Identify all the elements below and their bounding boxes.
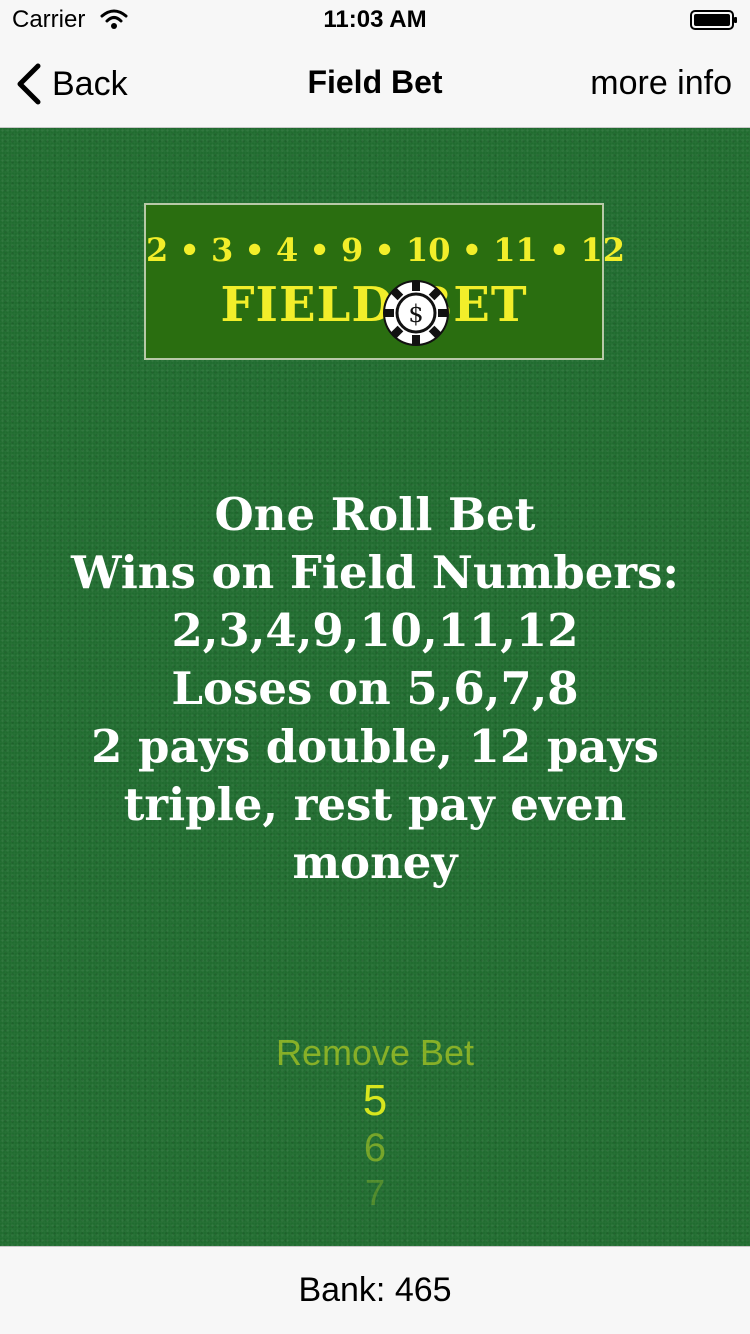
picker-option-remove-bet[interactable]: Remove Bet: [0, 1032, 750, 1074]
description-line: 2 pays double, 12 pays: [91, 720, 659, 773]
more-info-button[interactable]: more info: [590, 64, 732, 103]
description-line: Wins on Field Numbers:: [70, 546, 680, 599]
navigation-bar: Back Field Bet more info: [0, 40, 750, 128]
logo-field-numbers: 2 • 3 • 4 • 9 • 10 • 11 • 12: [146, 231, 626, 269]
description-line: Loses on 5,6,7,8: [171, 662, 579, 715]
description-line: One Roll Bet: [214, 488, 536, 541]
picker-option-selected[interactable]: 5: [0, 1076, 750, 1126]
description-line: money: [292, 836, 458, 889]
bet-description: One Roll Bet Wins on Field Numbers: 2,3,…: [10, 486, 740, 892]
status-bar: Carrier 11:03 AM: [0, 0, 750, 40]
picker-option[interactable]: 7: [0, 1172, 750, 1214]
bet-amount-picker[interactable]: Remove Bet 5 6 7: [0, 1028, 750, 1218]
bank-bar: Bank: 465: [0, 1246, 750, 1334]
field-bet-logo: 2 • 3 • 4 • 9 • 10 • 11 • 12 FIELD BET $: [144, 203, 626, 360]
bank-balance: Bank: 465: [298, 1271, 452, 1309]
felt-background: 2 • 3 • 4 • 9 • 10 • 11 • 12 FIELD BET $…: [0, 128, 750, 1246]
battery-icon: [690, 10, 737, 30]
picker-option[interactable]: 6: [0, 1126, 750, 1171]
status-time: 11:03 AM: [323, 6, 427, 33]
description-line: 2,3,4,9,10,11,12: [171, 604, 579, 657]
casino-chip-icon: $: [383, 280, 449, 346]
chip-symbol: $: [408, 300, 423, 328]
description-line: triple, rest pay even: [123, 778, 627, 831]
logo-field-bet-text: FIELD BET: [220, 277, 528, 333]
